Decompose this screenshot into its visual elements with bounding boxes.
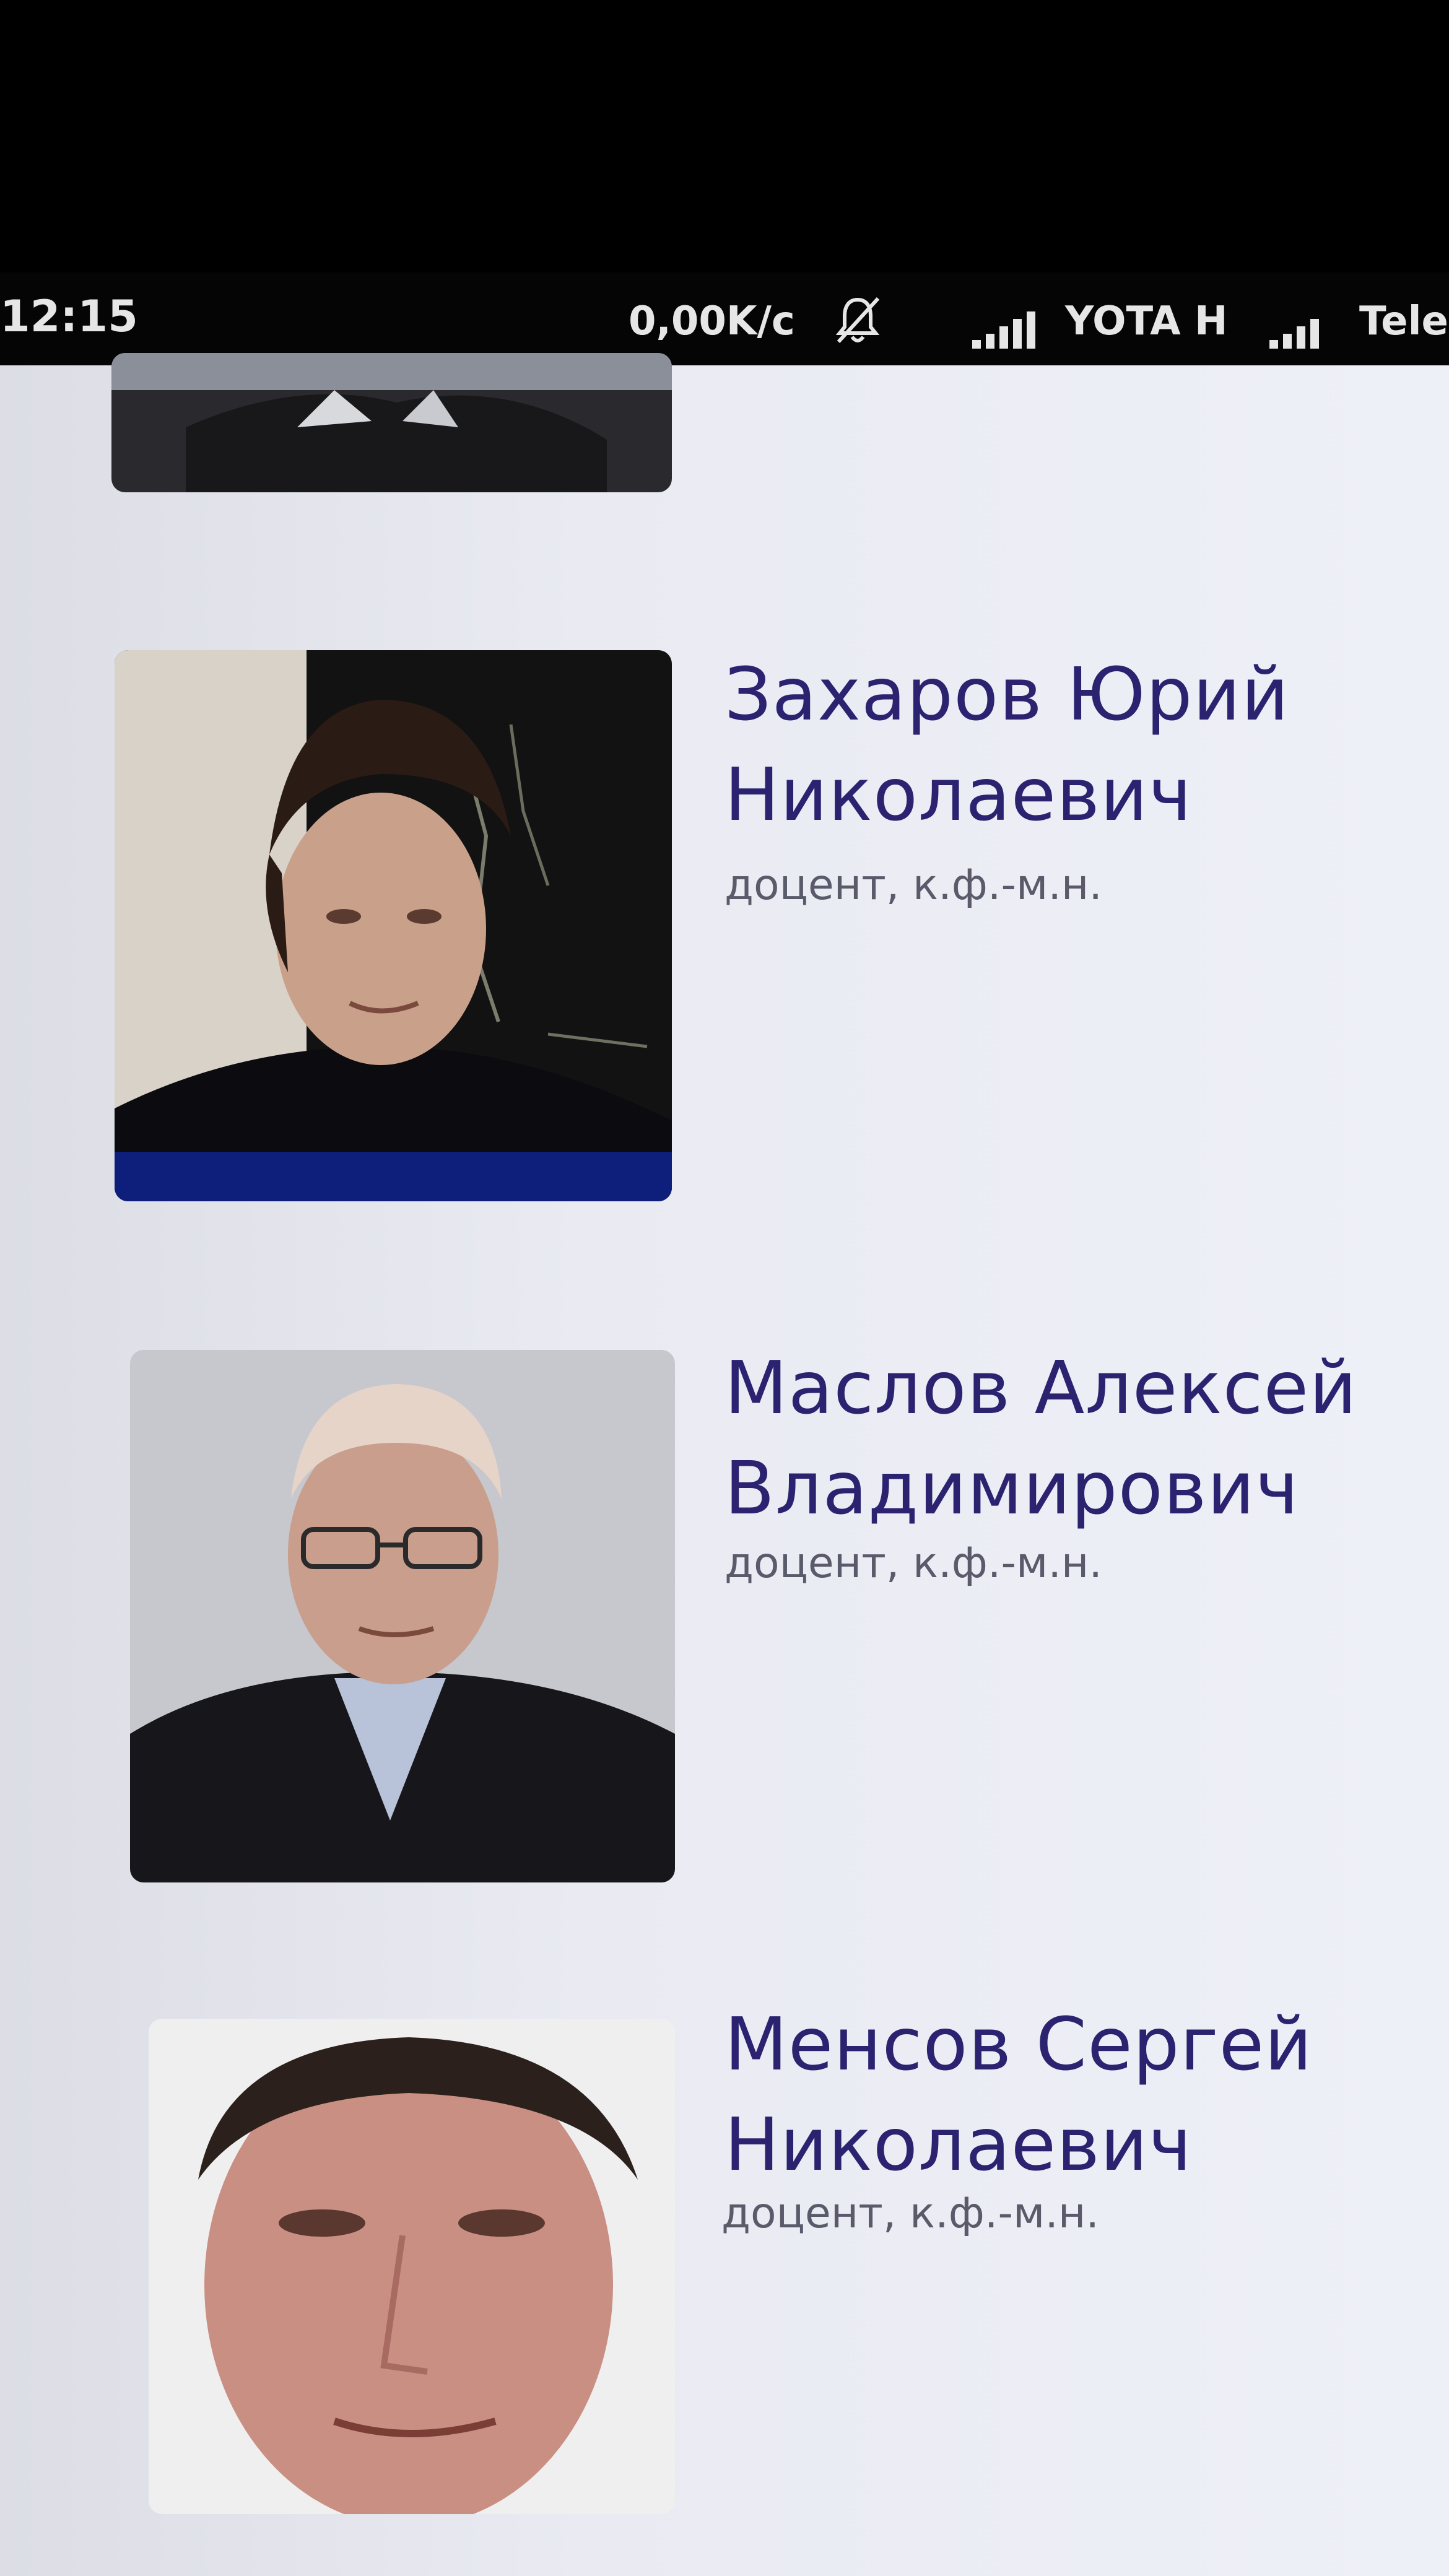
carrier-2-label: Tele	[1359, 298, 1448, 344]
staff-name-line2: Владимирович	[724, 1445, 1299, 1531]
staff-name-line1: Захаров Юрий	[724, 651, 1289, 737]
staff-title: доцент, к.ф.-м.н.	[721, 2189, 1100, 2238]
staff-name-line1: Маслов Алексей	[724, 1345, 1357, 1430]
staff-title: доцент, к.ф.-м.н.	[724, 861, 1103, 910]
staff-name[interactable]: Менсов Сергей Николаевич	[724, 1994, 1313, 2195]
staff-title: доцент, к.ф.-м.н.	[724, 1539, 1103, 1588]
staff-name[interactable]: Захаров Юрий Николаевич	[724, 644, 1289, 845]
person-photo[interactable]	[115, 650, 672, 1201]
staff-name[interactable]: Маслов Алексей Владимирович	[724, 1338, 1357, 1538]
top-bezel	[0, 0, 1449, 272]
person-photo[interactable]	[130, 1350, 675, 1882]
staff-name-line2: Николаевич	[724, 752, 1193, 837]
status-time: 12:15	[0, 291, 138, 342]
bell-off-icon	[830, 292, 886, 348]
status-bar: 12:15 0,00K/c YOTA H Tele	[0, 272, 1449, 365]
network-speed: 0,00K/c	[629, 298, 795, 344]
carrier-1-label: YOTA H	[1065, 298, 1228, 344]
staff-name-line2: Николаевич	[724, 2102, 1193, 2187]
signal-bars-icon	[1269, 308, 1331, 349]
signal-bars-icon	[972, 308, 1040, 349]
person-photo[interactable]	[111, 353, 672, 492]
staff-list: Захаров Юрий Николаевич доцент, к.ф.-м.н…	[0, 353, 1449, 2576]
staff-name-line1: Менсов Сергей	[724, 2001, 1313, 2087]
person-photo[interactable]	[149, 2019, 675, 2514]
